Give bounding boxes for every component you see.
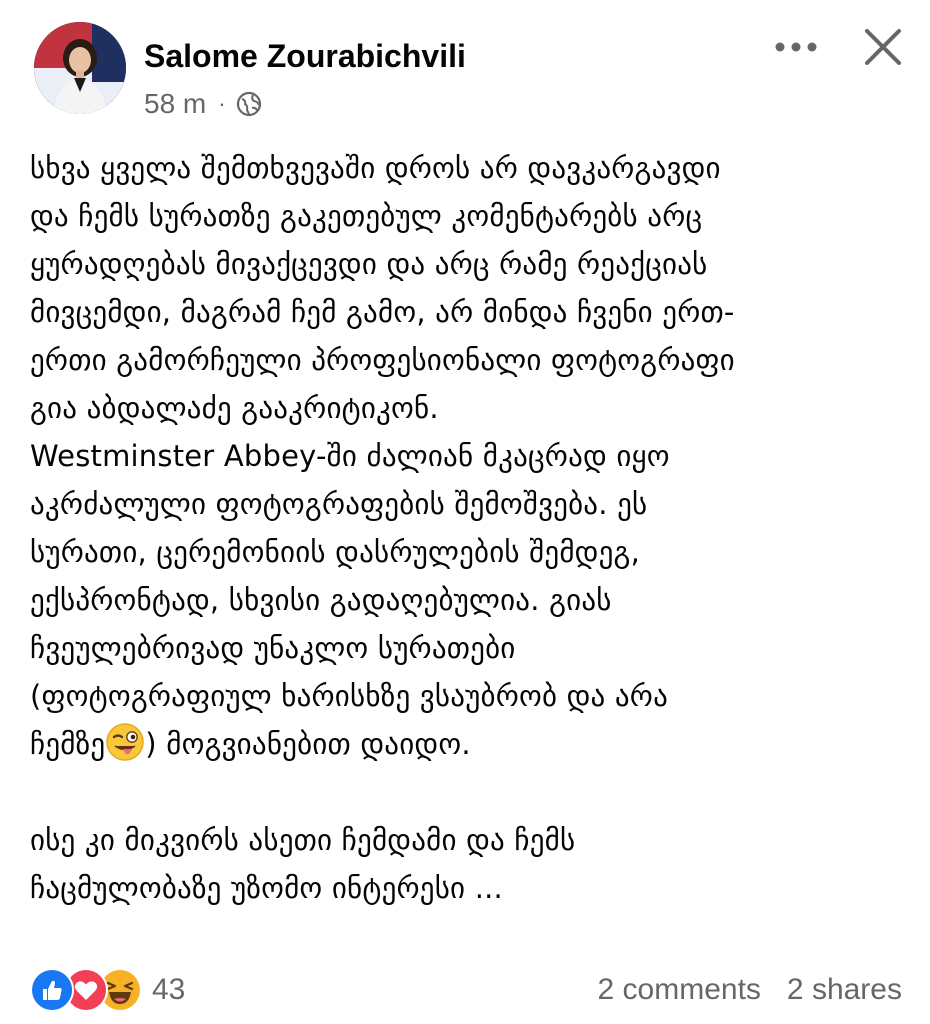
author-avatar[interactable] xyxy=(34,22,126,114)
engagement-stats: 2 comments 2 shares xyxy=(598,970,902,1010)
comments-count[interactable]: 2 comments xyxy=(598,973,761,1007)
close-button[interactable] xyxy=(860,24,906,70)
post-footer: 43 2 comments 2 shares xyxy=(0,960,930,1020)
facebook-post: Salome Zourabichvili 58 m · სხვა ყველა შ… xyxy=(0,0,930,1024)
post-meta: 58 m · xyxy=(144,86,262,122)
close-icon xyxy=(865,29,901,65)
globe-icon xyxy=(236,91,262,117)
avatar-photo xyxy=(34,22,126,114)
reaction-count: 43 xyxy=(152,973,186,1006)
more-options-button[interactable] xyxy=(774,30,818,64)
post-header: Salome Zourabichvili 58 m · xyxy=(0,0,930,140)
more-horizontal-icon xyxy=(775,42,817,52)
like-icon xyxy=(30,968,74,1012)
post-paragraph-3: ისე კი მიკვირს ასეთი ჩემდამი და ჩემს ჩაც… xyxy=(30,823,576,905)
post-paragraph-2: Westminster Abbey-ში ძალიან მკაცრად იყო … xyxy=(30,432,910,768)
author-name[interactable]: Salome Zourabichvili xyxy=(144,36,466,76)
winking-face-with-tongue-icon xyxy=(105,722,145,762)
post-timestamp[interactable]: 58 m xyxy=(144,88,206,120)
post-paragraph-1: სხვა ყველა შემთხვევაში დროს არ დავკარგავ… xyxy=(30,151,735,425)
post-text: სხვა ყველა შემთხვევაში დროს არ დავკარგავ… xyxy=(30,144,910,912)
post-paragraph-2-end: ) მოგვიანებით დაიდო. xyxy=(145,727,471,761)
meta-separator: · xyxy=(218,91,226,116)
reactions-summary[interactable]: 43 xyxy=(30,968,185,1012)
post-paragraph-2-text: Westminster Abbey-ში ძალიან მკაცრად იყო … xyxy=(30,439,670,761)
shares-count[interactable]: 2 shares xyxy=(787,973,902,1007)
